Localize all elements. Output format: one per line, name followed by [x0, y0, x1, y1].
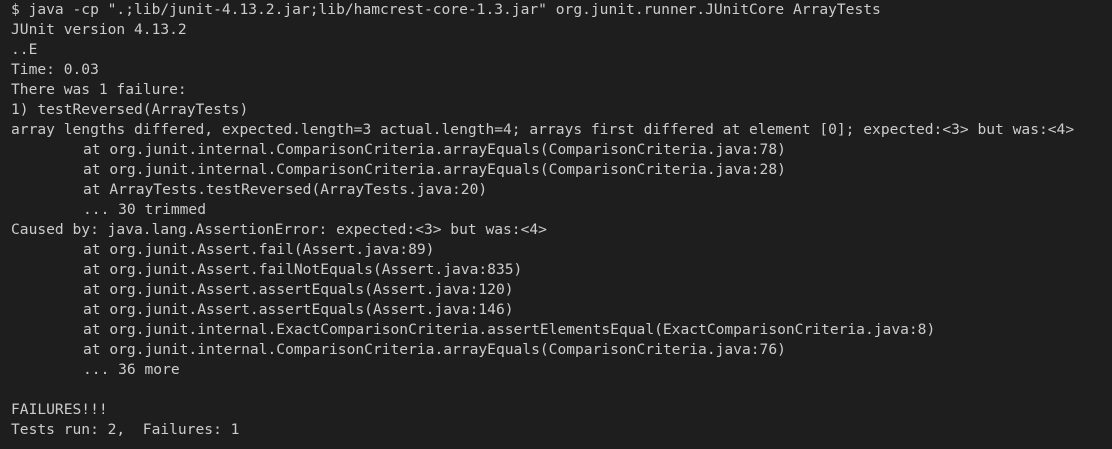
stack-trace-line: at org.junit.internal.ExactComparisonCri…	[83, 321, 936, 338]
failures-banner-line: FAILURES!!!	[11, 401, 108, 418]
stack-trace-more-line: ... 36 more	[83, 361, 180, 378]
junit-version-line: JUnit version 4.13.2	[11, 21, 187, 38]
stack-trace-line: at org.junit.Assert.failNotEquals(Assert…	[83, 261, 523, 278]
stack-trace-line: at org.junit.internal.ComparisonCriteria…	[83, 161, 786, 178]
failure-test-name-line: 1) testReversed(ArrayTests)	[11, 101, 249, 118]
time-line: Time: 0.03	[11, 61, 99, 78]
stack-trace-line: at org.junit.Assert.fail(Assert.java:89)	[83, 241, 435, 258]
terminal-output[interactable]: $ java -cp ".;lib/junit-4.13.2.jar;lib/h…	[0, 0, 1112, 449]
failure-message-line: array lengths differed, expected.length=…	[11, 121, 1075, 138]
stack-trace-trimmed-line: ... 30 trimmed	[83, 201, 207, 218]
caused-by-line: Caused by: java.lang.AssertionError: exp…	[11, 221, 547, 238]
stack-trace-line: at org.junit.Assert.assertEquals(Assert.…	[83, 301, 514, 318]
failure-count-line: There was 1 failure:	[11, 81, 187, 98]
summary-line: Tests run: 2, Failures: 1	[11, 421, 240, 438]
stack-trace-line: at org.junit.Assert.assertEquals(Assert.…	[83, 281, 514, 298]
command-line: $ java -cp ".;lib/junit-4.13.2.jar;lib/h…	[11, 1, 881, 18]
stack-trace-line: at org.junit.internal.ComparisonCriteria…	[83, 341, 786, 358]
progress-line: ..E	[11, 41, 38, 58]
stack-trace-line: at org.junit.internal.ComparisonCriteria…	[83, 141, 786, 158]
stack-trace-line: at ArrayTests.testReversed(ArrayTests.ja…	[83, 181, 488, 198]
